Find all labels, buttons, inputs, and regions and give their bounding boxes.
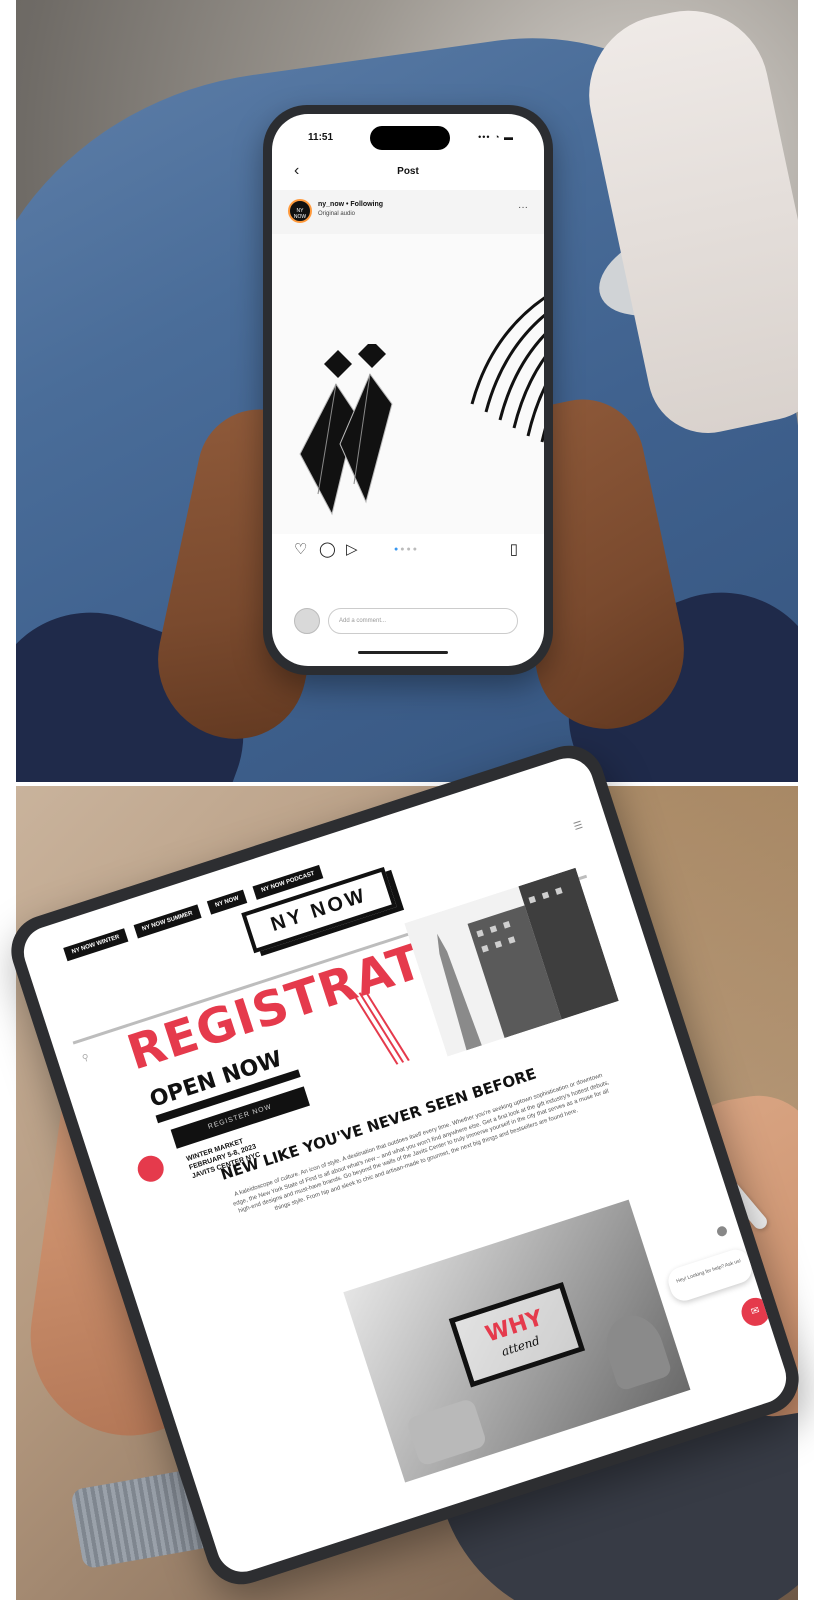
nav-item-summer[interactable]: NY NOW SUMMER [133,904,202,939]
dynamic-island [370,126,450,150]
earrings-graphic [299,344,393,516]
search-icon[interactable]: ⚲ [81,1052,91,1064]
post-nav-bar: ‹ Post [272,158,544,186]
chat-prompt[interactable]: Hey! Looking for help? Ask us! [664,1246,756,1305]
chat-icon[interactable]: ✉ [737,1294,774,1330]
signal-wifi-battery-icons: ••• ◔ ▬ [478,132,514,142]
hamburger-menu-icon[interactable]: ☰ [572,820,584,833]
striped-fan-graphic [470,296,544,443]
phone-screen: 11:51 ••• ◔ ▬ ‹ Post NY NOW ny_now • Fol… [272,114,544,666]
plant [597,1307,673,1392]
pottery [405,1397,488,1467]
scroll-indicator[interactable] [715,1224,729,1238]
why-attend-photo[interactable]: WHY attend [343,1199,691,1483]
comment-row: Add a comment... [272,606,544,640]
bookmark-icon[interactable]: ▯ [510,540,518,558]
nav-item-nynow[interactable]: NY NOW [206,889,248,915]
send-icon[interactable]: ▷ [346,540,358,558]
status-bar: 11:51 ••• ◔ ▬ [272,114,544,154]
avatar-label: NY NOW [293,208,307,220]
why-attend-box: WHY attend [448,1281,586,1388]
accent-lines [352,990,410,1065]
username-following[interactable]: ny_now • Following [318,201,383,208]
home-indicator[interactable] [358,651,448,654]
carousel-dots: ●●●● [394,546,419,553]
avatar[interactable]: NY NOW [288,199,312,223]
post-header: NY NOW ny_now • Following Original audio… [272,190,544,234]
page-title: Post [397,166,419,177]
nyc-skyline-photo [404,867,619,1057]
post-image[interactable] [272,234,544,534]
post-actions: ♡ ◯ ▷ ●●●● ▯ [272,540,544,564]
smartphone: 11:51 ••• ◔ ▬ ‹ Post NY NOW ny_now • Fol… [263,105,553,675]
more-options-icon[interactable]: ··· [518,202,528,213]
heart-icon[interactable]: ♡ [294,540,307,558]
nav-item-winter[interactable]: NY NOW WINTER [63,928,129,962]
status-time: 11:51 [308,132,334,143]
comment-input[interactable]: Add a comment... [328,608,518,634]
user-avatar [294,608,320,634]
composite-image: 11:51 ••• ◔ ▬ ‹ Post NY NOW ny_now • Fol… [0,0,814,1600]
audio-label[interactable]: Original audio [318,211,355,217]
accent-dot [134,1152,168,1186]
comment-icon[interactable]: ◯ [319,540,336,558]
